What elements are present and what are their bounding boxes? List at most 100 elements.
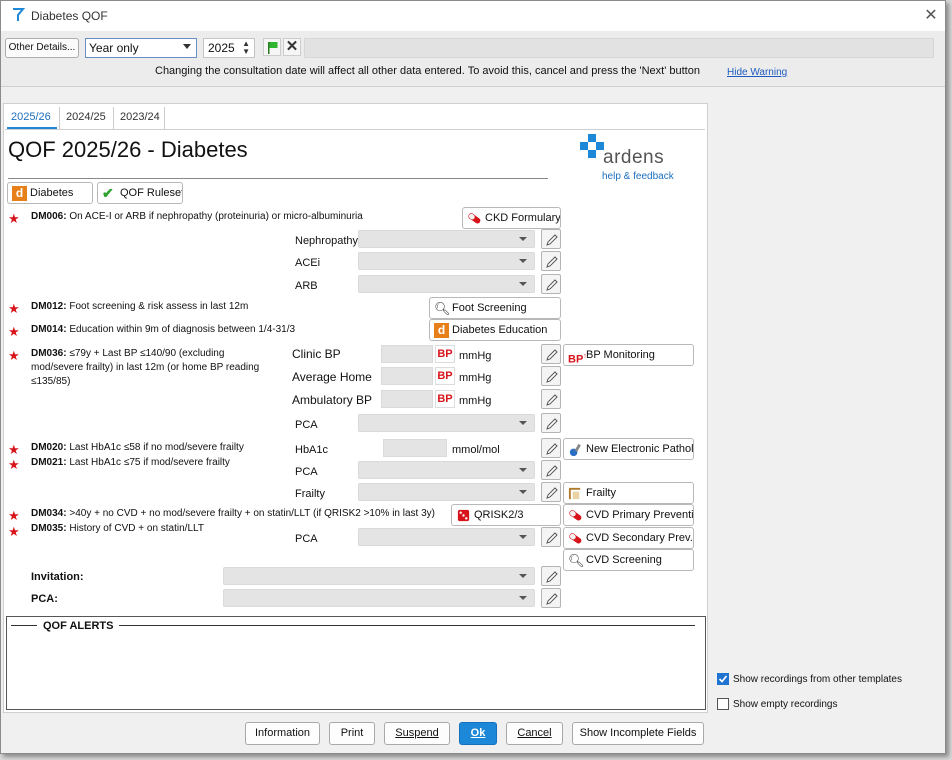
electronic-pathology-button[interactable]: New Electronic Pathol... <box>563 438 694 460</box>
frailty-label: Frailty <box>295 488 325 500</box>
edit-pencil-icon[interactable] <box>541 460 561 480</box>
cancel-button[interactable]: Cancel <box>506 722 563 745</box>
arb-label: ARB <box>295 280 318 292</box>
frailty-button[interactable]: Frailty <box>563 482 694 504</box>
cvd-primary-prevention-button[interactable]: CVD Primary Preventi... <box>563 504 694 526</box>
ardens-brand: ardens <box>603 147 665 168</box>
star-icon: ★ <box>8 524 20 539</box>
qof-dialog: Diabetes QOF ✕ Other Details... Year onl… <box>0 0 946 754</box>
diabetes-button[interactable]: d Diabetes <box>7 182 93 204</box>
cvd-pca-select[interactable] <box>358 528 535 546</box>
date-bar <box>304 38 934 58</box>
mmhg-unit: mmHg <box>459 372 492 384</box>
suspend-button[interactable]: Suspend <box>384 722 450 745</box>
edit-pencil-icon[interactable] <box>541 527 561 547</box>
edit-pencil-icon[interactable] <box>541 588 561 608</box>
information-button[interactable]: Information <box>245 722 320 745</box>
edit-pencil-icon[interactable] <box>541 482 561 502</box>
checkmark-icon: ✔ <box>102 185 114 201</box>
arb-select[interactable] <box>358 275 535 293</box>
star-icon: ★ <box>8 348 20 363</box>
chevron-down-icon <box>519 282 527 286</box>
mmhg-unit: mmHg <box>459 350 492 362</box>
chevron-down-icon <box>519 535 527 539</box>
title-underline <box>8 178 548 179</box>
ambulatory-bp-label: Ambulatory BP <box>292 393 373 407</box>
nephropathy-select[interactable] <box>358 230 535 248</box>
ok-button[interactable]: Ok <box>459 722 497 745</box>
show-empty-label: Show empty recordings <box>733 699 838 710</box>
flask-icon <box>569 443 581 457</box>
ambulatory-bp-input[interactable] <box>381 390 433 408</box>
bp-pca-select[interactable] <box>358 414 535 432</box>
star-icon: ★ <box>8 211 20 226</box>
year-stepper[interactable]: 2025 ▲ ▼ <box>203 38 255 58</box>
stepper-arrows-icon[interactable]: ▲ ▼ <box>242 40 250 56</box>
pca-label: PCA <box>295 533 318 545</box>
window-title: Diabetes QOF <box>31 9 108 23</box>
cvd-screening-button[interactable]: 🔍︎ CVD Screening <box>563 549 694 571</box>
acei-select[interactable] <box>358 252 535 270</box>
tab-2023-24[interactable]: 2023/24 <box>113 107 165 129</box>
show-other-templates-checkbox[interactable] <box>717 673 729 685</box>
diabetes-education-button[interactable]: d Diabetes Education <box>429 319 561 341</box>
show-incomplete-fields-button[interactable]: Show Incomplete Fields <box>572 722 704 745</box>
qof-alerts-box: QOF ALERTS <box>6 616 706 710</box>
mmolmol-unit: mmol/mol <box>452 444 500 456</box>
date-warning-text: Changing the consultation date will affe… <box>155 65 700 77</box>
dice-icon <box>457 509 470 522</box>
title-bar: Diabetes QOF ✕ <box>1 1 945 31</box>
hba1c-pca-select[interactable] <box>358 461 535 479</box>
print-button[interactable]: Print <box>329 722 375 745</box>
tab-2024-25[interactable]: 2024/25 <box>59 107 111 129</box>
edit-pencil-icon[interactable] <box>541 251 561 271</box>
show-empty-checkbox[interactable] <box>717 698 729 710</box>
rule-dm021: DM021: Last HbA1c ≤75 if mod/severe frai… <box>31 457 230 468</box>
edit-pencil-icon[interactable] <box>541 229 561 249</box>
bp-monitoring-button[interactable]: BP↑ BP Monitoring <box>563 344 694 366</box>
acei-label: ACEi <box>295 257 321 269</box>
magnifier-icon: 🔍︎ <box>568 553 585 568</box>
chevron-down-icon <box>519 574 527 578</box>
invitation-select[interactable] <box>223 567 535 585</box>
star-icon: ★ <box>8 442 20 457</box>
edit-pencil-icon[interactable] <box>541 389 561 409</box>
star-icon: ★ <box>8 301 20 316</box>
chevron-down-icon <box>183 44 191 49</box>
period-select[interactable]: Year only <box>85 38 197 58</box>
cvd-secondary-prevention-button[interactable]: CVD Secondary Prev... <box>563 527 694 549</box>
clinic-bp-input[interactable] <box>381 345 433 363</box>
hba1c-input[interactable] <box>383 439 447 457</box>
ardens-d-icon: d <box>12 186 27 201</box>
pca-label: PCA <box>295 419 318 431</box>
qrisk-button[interactable]: QRISK2/3 <box>451 504 561 526</box>
average-home-bp-input[interactable] <box>381 367 433 385</box>
edit-pencil-icon[interactable] <box>541 566 561 586</box>
pill-icon <box>468 213 481 224</box>
period-select-value: Year only <box>89 41 139 55</box>
chevron-down-icon <box>519 490 527 494</box>
edit-pencil-icon[interactable] <box>541 344 561 364</box>
hide-warning-link[interactable]: Hide Warning <box>727 67 787 78</box>
tab-2025-26[interactable]: 2025/26 <box>7 107 57 129</box>
frailty-select[interactable] <box>358 483 535 501</box>
close-icon[interactable]: ✕ <box>921 6 941 26</box>
magnifier-icon: 🔍︎ <box>434 301 451 316</box>
edit-pencil-icon[interactable] <box>541 413 561 433</box>
clear-icon[interactable]: ✕ <box>283 38 301 56</box>
help-feedback-link[interactable]: help & feedback <box>602 171 674 182</box>
bp-monitor-icon: BP↑ <box>568 353 587 366</box>
pca-global-select[interactable] <box>223 589 535 607</box>
foot-screening-button[interactable]: 🔍︎ Foot Screening <box>429 297 561 319</box>
options-panel <box>709 89 945 713</box>
edit-pencil-icon[interactable] <box>541 274 561 294</box>
pca-label: PCA <box>295 466 318 478</box>
toolbar: Other Details... Year only 2025 ▲ ▼ ✕ Cha… <box>1 31 945 87</box>
edit-pencil-icon[interactable] <box>541 366 561 386</box>
edit-pencil-icon[interactable] <box>541 438 561 458</box>
chevron-down-icon <box>519 421 527 425</box>
other-details-button[interactable]: Other Details... <box>5 38 79 58</box>
flag-button[interactable] <box>263 38 281 56</box>
ckd-formulary-button[interactable]: CKD Formulary <box>462 207 561 229</box>
qof-ruleset-button[interactable]: ✔ QOF Ruleset <box>97 182 183 204</box>
